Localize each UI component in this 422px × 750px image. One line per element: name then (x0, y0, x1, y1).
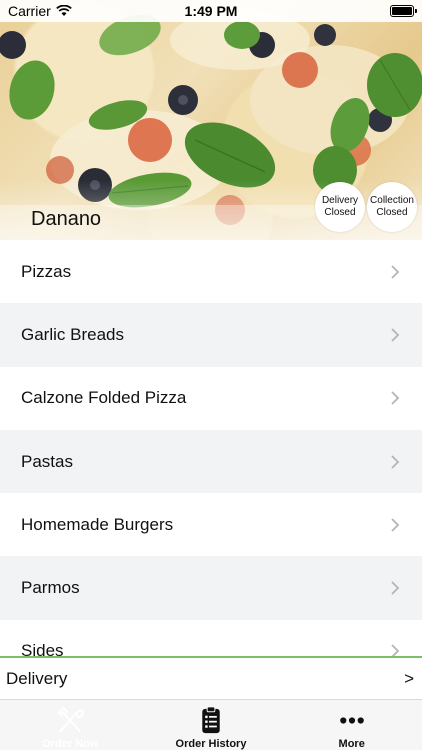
delivery-badge-title: Delivery (321, 195, 359, 206)
chevron-right-icon (391, 644, 400, 656)
category-label: Homemade Burgers (21, 514, 174, 534)
category-label: Sides (21, 641, 64, 656)
category-label: Parmos (21, 578, 80, 598)
chevron-right-icon (391, 454, 400, 469)
chevron-right-icon (391, 581, 400, 595)
tab-more[interactable]: More (281, 700, 422, 750)
chevron-right-icon (391, 328, 400, 342)
collection-status-badge: Collection Closed (367, 182, 417, 232)
collection-badge-status: Closed (376, 207, 408, 218)
tab-bar: Order Now Order History More (0, 699, 422, 750)
clipboard-list-icon (202, 706, 220, 734)
carrier-info: Carrier (8, 3, 72, 19)
tab-label: Order Now (42, 738, 99, 750)
tab-label: More (338, 738, 365, 750)
status-bar: Carrier 1:49 PM (0, 0, 422, 22)
category-row-pizzas[interactable]: Pizzas (0, 240, 422, 304)
category-label: Pastas (21, 451, 73, 471)
restaurant-name: Danano (31, 208, 102, 230)
tab-order-history[interactable]: Order History (141, 700, 282, 750)
category-row-pastas[interactable]: Pastas (0, 429, 422, 494)
category-label: Garlic Breads (21, 324, 124, 344)
delivery-mode-selector[interactable]: Delivery > (0, 656, 422, 699)
delivery-status-badge: Delivery Closed (315, 182, 365, 232)
fork-knife-icon (57, 706, 85, 733)
collection-badge-title: Collection (370, 195, 414, 206)
chevron-right-icon (391, 518, 400, 532)
wifi-icon (55, 5, 72, 16)
battery-icon (390, 5, 417, 17)
category-label: Pizzas (21, 261, 72, 281)
category-row-homemade-burgers[interactable]: Homemade Burgers (0, 493, 422, 557)
category-row-parmos[interactable]: Parmos (0, 556, 422, 620)
carrier-label: Carrier (8, 3, 51, 19)
more-dots-icon (339, 717, 364, 724)
delivery-mode-label: Delivery (6, 668, 68, 688)
category-row-sides[interactable]: Sides (0, 619, 422, 656)
tab-order-now[interactable]: Order Now (0, 700, 141, 750)
delivery-mode-arrow: > (404, 668, 414, 688)
category-row-calzone[interactable]: Calzone Folded Pizza (0, 366, 422, 430)
delivery-badge-status: Closed (324, 207, 356, 218)
category-label: Calzone Folded Pizza (21, 388, 187, 408)
menu-category-list: Pizzas Garlic Breads Calzone Folded Pizz… (0, 240, 422, 656)
tab-label: Order History (175, 738, 247, 750)
category-row-garlic-breads[interactable]: Garlic Breads (0, 303, 422, 367)
chevron-right-icon (391, 391, 400, 405)
chevron-right-icon (391, 265, 400, 279)
